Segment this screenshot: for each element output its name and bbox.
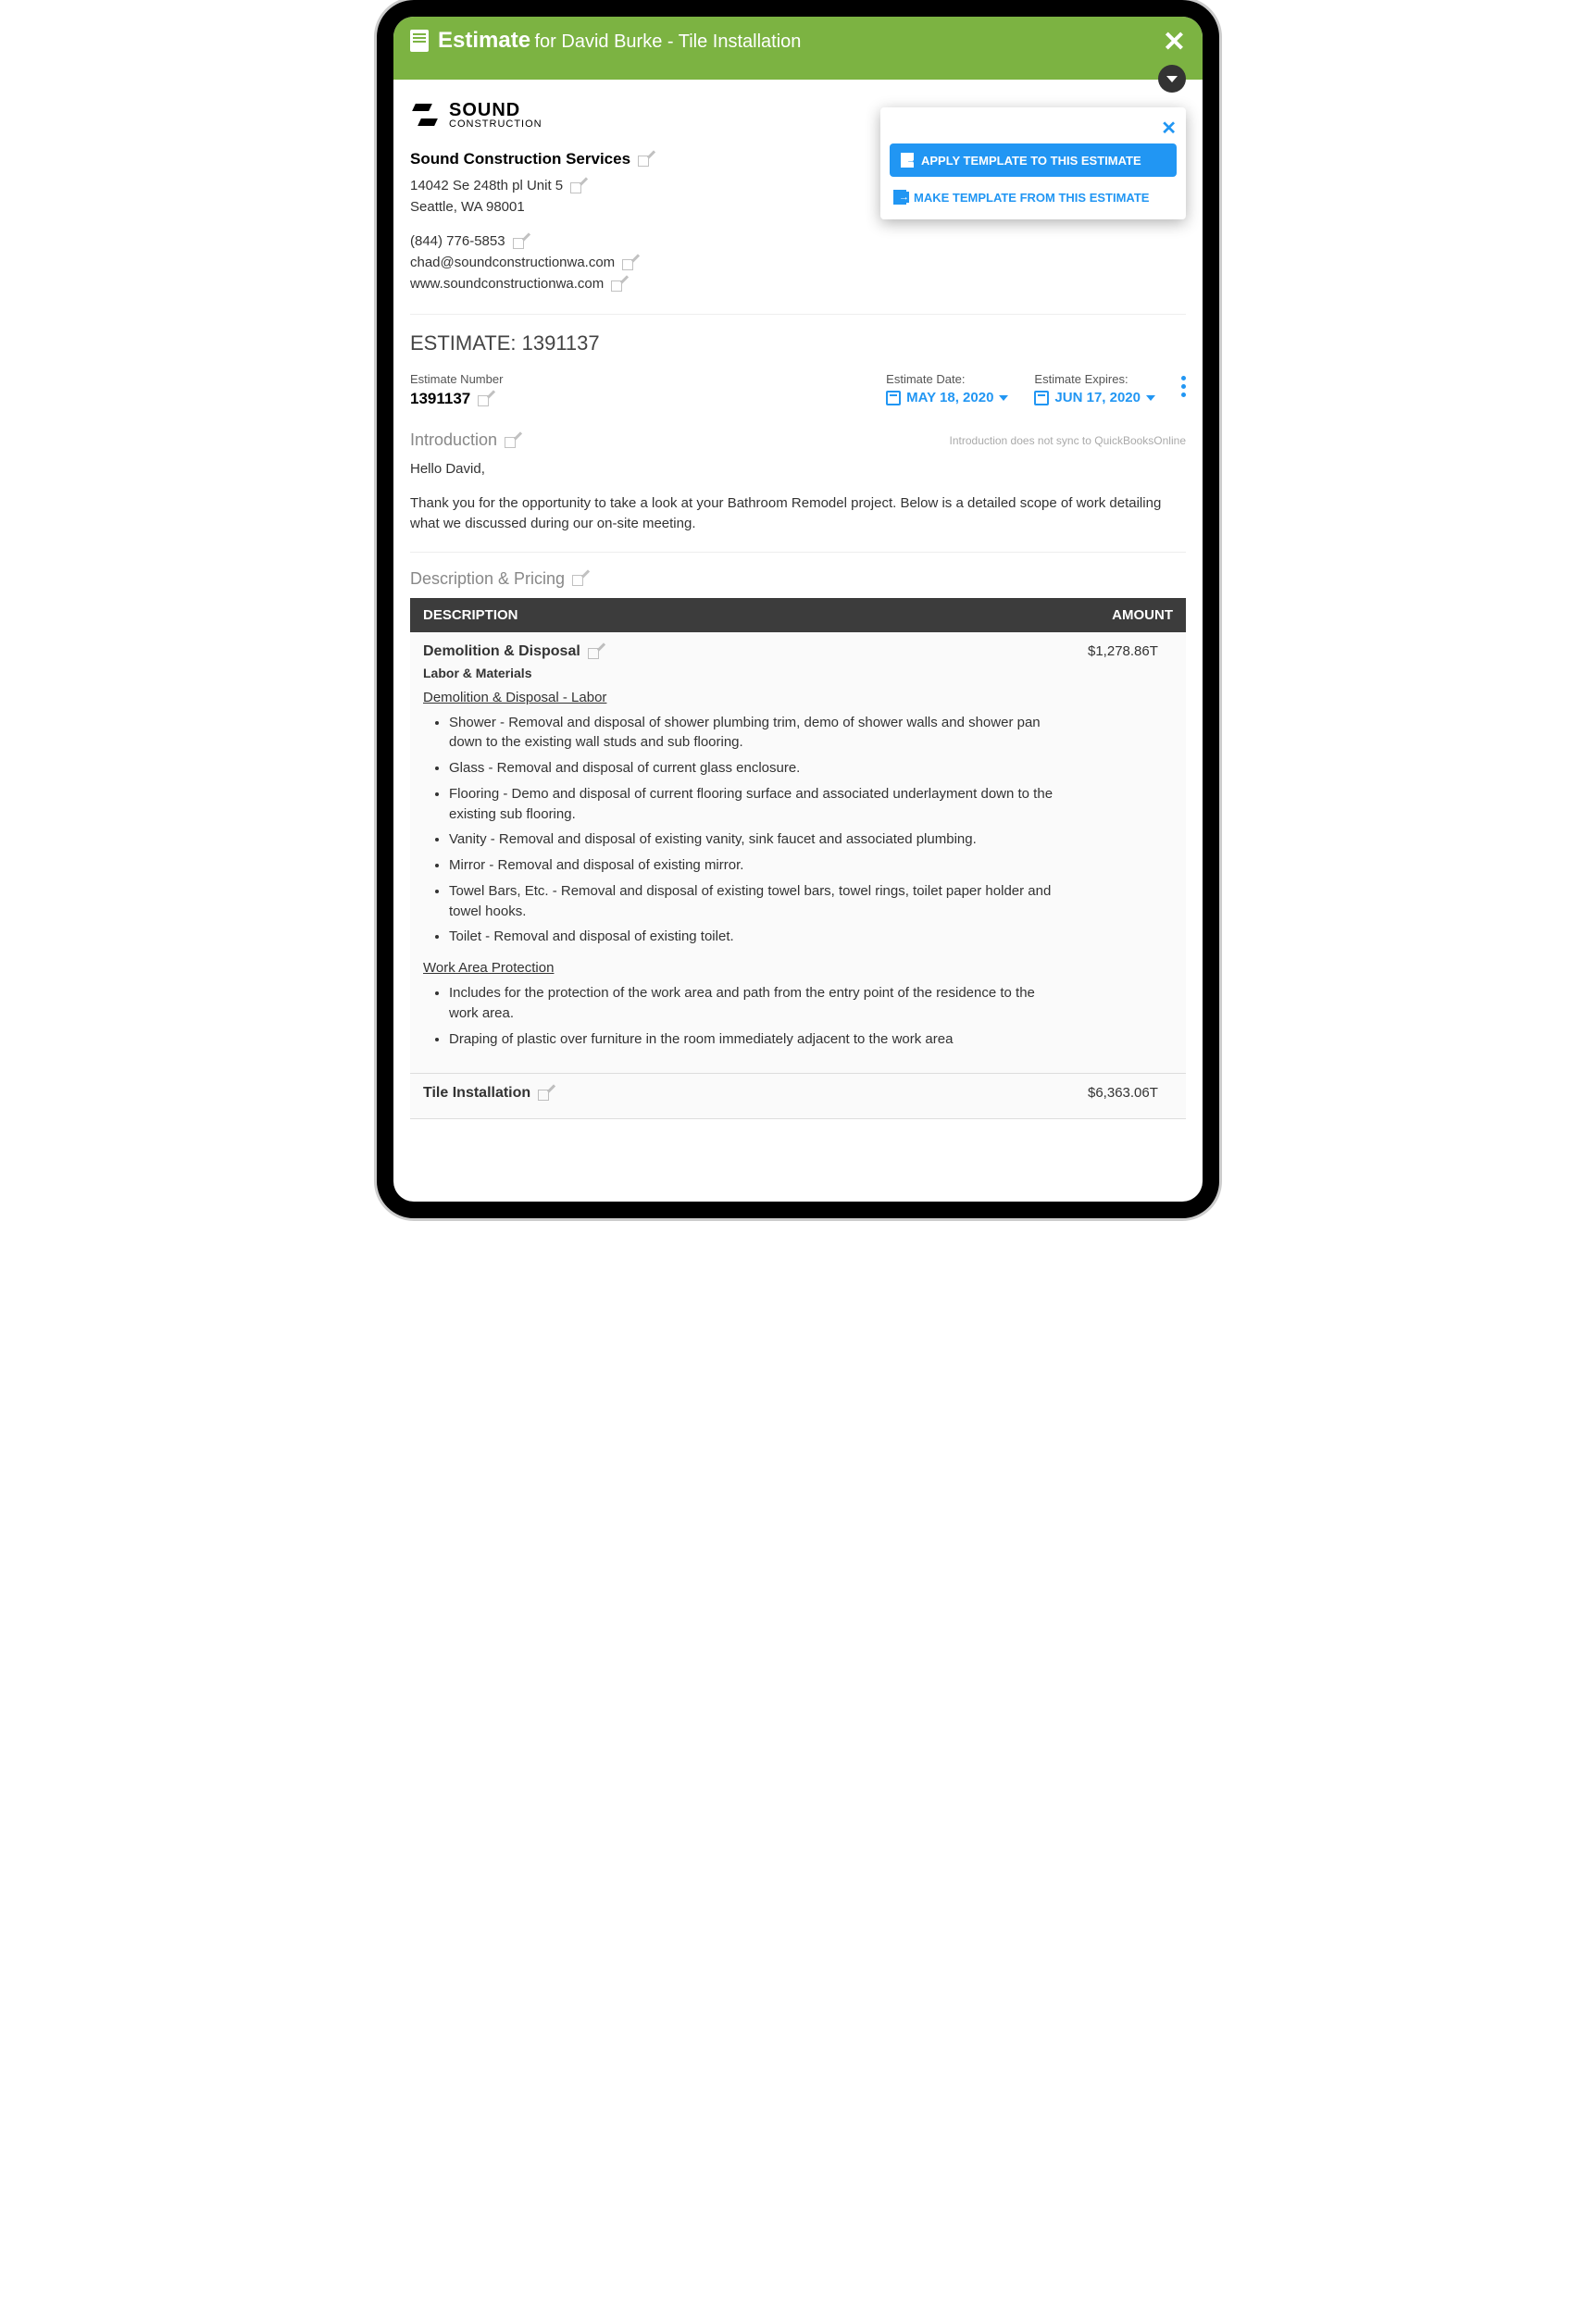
- logo-mark-icon: [410, 98, 440, 131]
- company-logo: SOUND CONSTRUCTION: [410, 98, 653, 131]
- logo-text-big: SOUND: [449, 101, 542, 119]
- calendar-icon: [886, 391, 901, 405]
- estimate-expires-value: JUN 17, 2020: [1054, 390, 1141, 405]
- estimate-expires-label: Estimate Expires:: [1034, 372, 1155, 386]
- logo-text-small: CONSTRUCTION: [449, 119, 542, 130]
- line-item-amount: $1,278.86T: [1075, 632, 1186, 1074]
- estimate-number: 1391137: [410, 390, 470, 408]
- template-out-icon: [893, 190, 906, 205]
- chevron-down-icon: [1146, 395, 1155, 401]
- line-item-section-heading: Work Area Protection: [423, 960, 1062, 976]
- edit-icon[interactable]: [588, 644, 603, 659]
- pricing-table-header: DESCRIPTION AMOUNT: [410, 598, 1186, 632]
- line-item-title: Tile Installation: [423, 1085, 530, 1102]
- apply-template-button[interactable]: APPLY TEMPLATE TO THIS ESTIMATE: [890, 143, 1177, 177]
- popover-close-icon[interactable]: ✕: [890, 117, 1177, 143]
- content-area: SOUND CONSTRUCTION Sound Construction Se…: [393, 80, 1203, 1138]
- th-amount: AMOUNT: [1062, 607, 1173, 623]
- edit-icon[interactable]: [572, 571, 587, 586]
- line-item-bullet: Mirror - Removal and disposal of existin…: [449, 855, 1062, 876]
- th-description: DESCRIPTION: [423, 607, 1062, 623]
- template-in-icon: [901, 153, 914, 168]
- edit-icon[interactable]: [638, 152, 653, 167]
- edit-icon[interactable]: [611, 277, 626, 292]
- edit-icon[interactable]: [538, 1086, 553, 1101]
- estimate-expires-picker[interactable]: JUN 17, 2020: [1034, 390, 1155, 405]
- divider: [410, 314, 1186, 315]
- document-icon: [410, 30, 429, 52]
- edit-icon[interactable]: [622, 255, 637, 270]
- company-phone: (844) 776-5853: [410, 233, 505, 249]
- make-template-label: MAKE TEMPLATE FROM THIS ESTIMATE: [914, 191, 1149, 205]
- kebab-menu[interactable]: [1181, 372, 1186, 397]
- line-item-bullet: Includes for the protection of the work …: [449, 983, 1062, 1024]
- company-address-1: 14042 Se 248th pl Unit 5: [410, 178, 563, 193]
- edit-icon[interactable]: [478, 392, 493, 406]
- company-email: chad@soundconstructionwa.com: [410, 255, 615, 270]
- line-item-bullet: Shower - Removal and disposal of shower …: [449, 713, 1062, 754]
- line-item-bullet: Flooring - Demo and disposal of current …: [449, 784, 1062, 825]
- tablet-frame: Estimate for David Burke - Tile Installa…: [377, 0, 1219, 1218]
- dropdown-toggle[interactable]: [1158, 65, 1186, 93]
- estimate-title: ESTIMATE: 1391137: [410, 331, 1186, 355]
- header-subtitle: for David Burke - Tile Installation: [535, 31, 802, 52]
- estimate-number-label: Estimate Number: [410, 372, 503, 386]
- intro-body: Thank you for the opportunity to take a …: [410, 493, 1186, 535]
- line-item-amount: $6,363.06T: [1075, 1074, 1186, 1118]
- line-item-bullet: Draping of plastic over furniture in the…: [449, 1029, 1062, 1050]
- estimate-date-label: Estimate Date:: [886, 372, 1008, 386]
- line-item-bullet: Towel Bars, Etc. - Removal and disposal …: [449, 881, 1062, 922]
- edit-icon[interactable]: [505, 433, 519, 448]
- estimate-date-picker[interactable]: MAY 18, 2020: [886, 390, 1008, 405]
- line-item-bullet: Glass - Removal and disposal of current …: [449, 758, 1062, 779]
- line-item-title: Demolition & Disposal: [423, 643, 580, 660]
- line-item: Tile Installation $6,363.06T: [410, 1074, 1186, 1119]
- line-item-bullet: Vanity - Removal and disposal of existin…: [449, 829, 1062, 850]
- calendar-icon: [1034, 391, 1049, 405]
- sync-note: Introduction does not sync to QuickBooks…: [950, 434, 1186, 447]
- introduction-label: Introduction: [410, 430, 497, 450]
- edit-icon[interactable]: [570, 179, 585, 193]
- edit-icon[interactable]: [513, 234, 528, 249]
- template-popover: ✕ APPLY TEMPLATE TO THIS ESTIMATE MAKE T…: [880, 107, 1186, 219]
- company-name: Sound Construction Services: [410, 150, 630, 168]
- close-icon[interactable]: ✕: [1163, 26, 1186, 58]
- company-address-2: Seattle, WA 98001: [410, 199, 525, 215]
- line-item: Demolition & Disposal Labor & Materials De…: [410, 632, 1186, 1075]
- intro-greeting: Hello David,: [410, 459, 1186, 480]
- tablet-screen: Estimate for David Burke - Tile Installa…: [393, 17, 1203, 1202]
- estimate-date-value: MAY 18, 2020: [906, 390, 993, 405]
- line-item-bullet: Toilet - Removal and disposal of existin…: [449, 927, 1062, 947]
- divider: [410, 552, 1186, 553]
- company-website: www.soundconstructionwa.com: [410, 276, 604, 292]
- page-title: Estimate for David Burke - Tile Installa…: [438, 28, 801, 54]
- header-title: Estimate: [438, 28, 530, 53]
- apply-template-label: APPLY TEMPLATE TO THIS ESTIMATE: [921, 154, 1141, 168]
- pricing-label: Description & Pricing: [410, 569, 565, 589]
- line-item-section-heading: Demolition & Disposal - Labor: [423, 690, 1062, 705]
- chevron-down-icon: [999, 395, 1008, 401]
- make-template-button[interactable]: MAKE TEMPLATE FROM THIS ESTIMATE: [890, 184, 1177, 210]
- line-item-subtitle: Labor & Materials: [423, 666, 1062, 680]
- header-bar: Estimate for David Burke - Tile Installa…: [393, 17, 1203, 80]
